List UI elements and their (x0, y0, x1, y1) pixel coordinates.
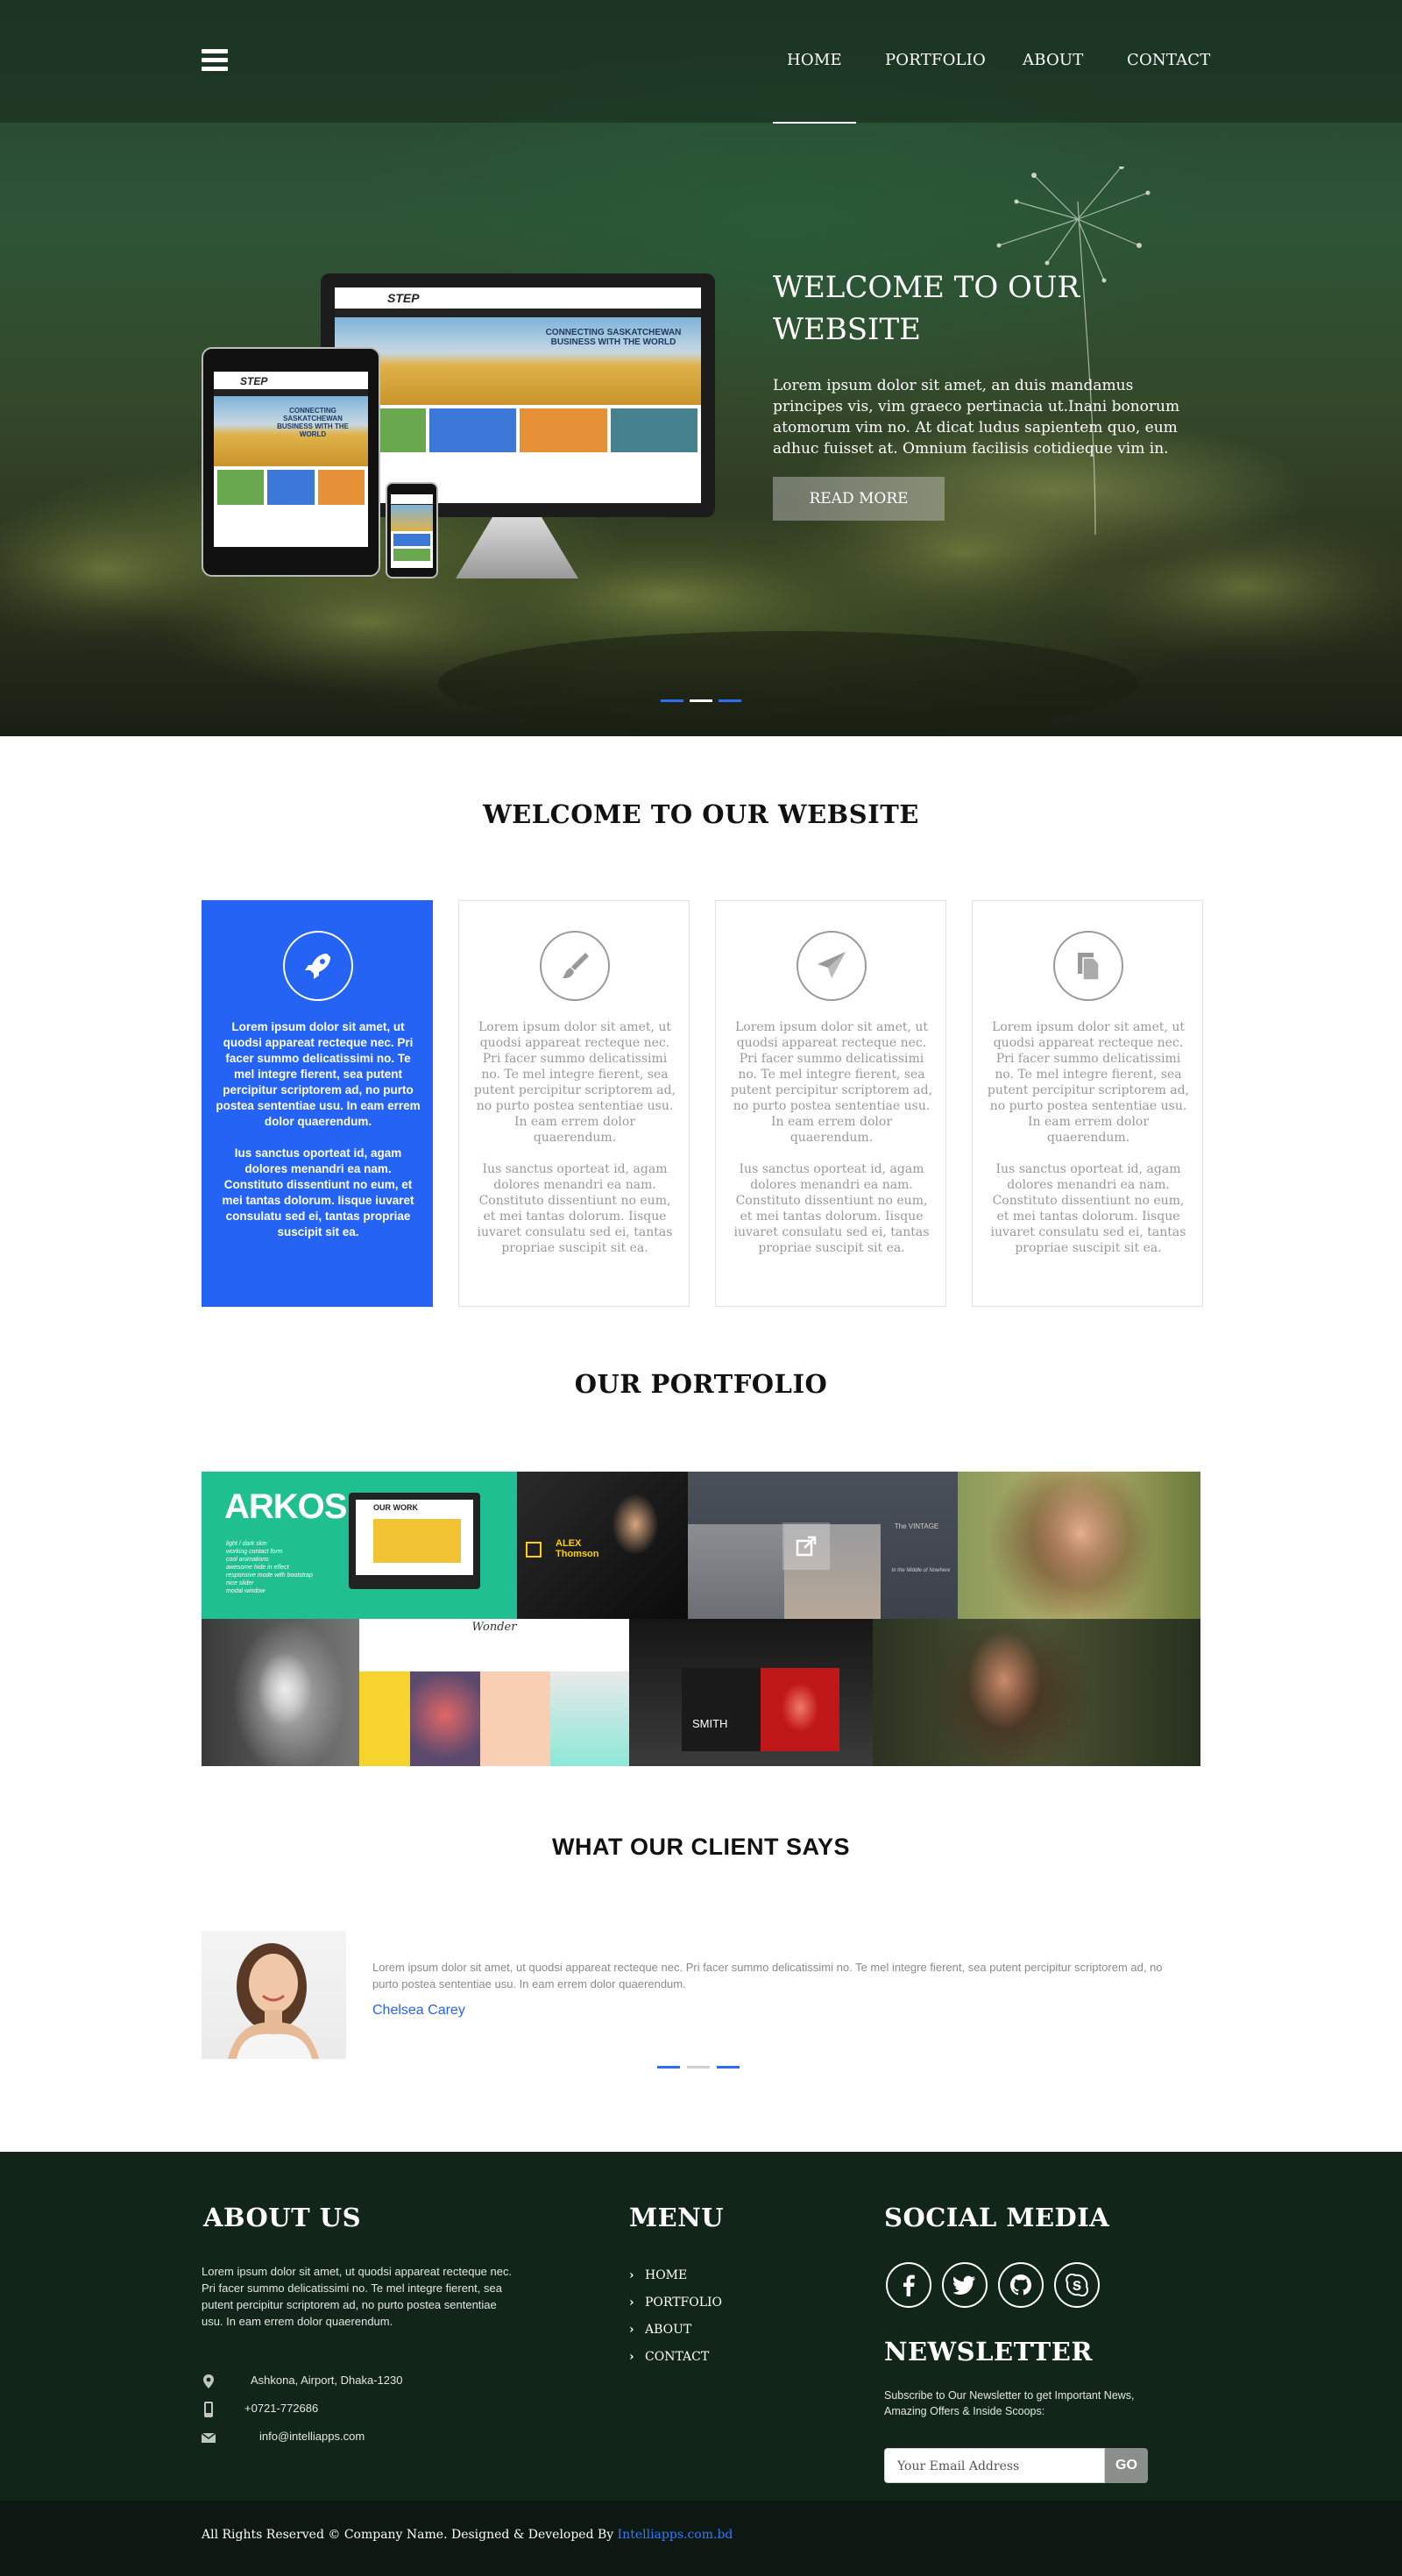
hero-text: Lorem ipsum dolor sit amet, an duis mand… (773, 377, 1180, 458)
chevron-right-icon: › (629, 2296, 634, 2310)
client-name: Chelsea Carey (372, 2003, 465, 2018)
nav-contact[interactable]: CONTACT (1127, 51, 1210, 69)
footer-menu-about[interactable]: › ABOUT (629, 2323, 691, 2337)
feature-card-3: Lorem ipsum dolor sit amet, ut quodsi ap… (715, 900, 946, 1307)
menu-title: MENU (629, 2203, 725, 2232)
tablet-mockup-headline: CONNECTING SASKATCHEWAN BUSINESS WITH TH… (277, 407, 349, 438)
documents-icon (1053, 931, 1123, 1001)
vintage-subtitle: In the Middle of Nowhere (891, 1568, 951, 1573)
newsletter-go-button[interactable]: GO (1105, 2448, 1148, 2483)
footer-menu-contact[interactable]: › CONTACT (629, 2350, 709, 2364)
feature-2-paragraph-2: Ius sanctus oporteat id, agam dolores me… (477, 1162, 673, 1255)
feature-3-paragraph-1: Lorem ipsum dolor sit amet, ut quodsi ap… (730, 1020, 933, 1145)
portfolio-title: OUR PORTFOLIO (574, 1369, 828, 1399)
footer-menu-contact-label: CONTACT (645, 2350, 710, 2364)
copyright-text: All Rights Reserved © Company Name. Desi… (202, 2528, 618, 2542)
chevron-right-icon: › (629, 2323, 634, 2337)
copyright-link[interactable]: Intelliapps.com.bd (618, 2528, 733, 2542)
about-title: ABOUT US (203, 2203, 362, 2232)
footer-menu-about-label: ABOUT (645, 2323, 692, 2337)
mockup-logo: STEP (387, 291, 420, 305)
portfolio-item-arkos[interactable]: ARKOS light / dark skin working contact … (202, 1472, 517, 1619)
footer-menu-portfolio[interactable]: › PORTFOLIO (629, 2296, 722, 2310)
feature-3-paragraph-2: Ius sanctus oporteat id, agam dolores me… (733, 1162, 930, 1255)
facebook-icon[interactable] (886, 2262, 931, 2308)
slider-dot-3[interactable] (719, 699, 741, 702)
arkos-title: ARKOS (224, 1487, 347, 1526)
skype-icon[interactable] (1054, 2262, 1100, 2308)
hero-section: HOME PORTFOLIO ABOUT CONTACT STEP CONNEC… (0, 0, 1402, 736)
phone-text: +0721-772686 (244, 2402, 319, 2415)
arkos-tagline: light / dark skin working contact form c… (226, 1541, 313, 1594)
smith-title: SMITH (692, 1717, 728, 1730)
hamburger-icon[interactable] (202, 49, 228, 72)
vintage-title: The VINTAGE (894, 1522, 939, 1530)
top-navbar: HOME PORTFOLIO ABOUT CONTACT (0, 0, 1402, 123)
external-link-icon[interactable] (782, 1522, 830, 1570)
portfolio-item-smith[interactable]: SMITH (629, 1619, 873, 1766)
feature-4-paragraph-1: Lorem ipsum dolor sit amet, ut quodsi ap… (987, 1020, 1190, 1145)
chevron-right-icon: › (629, 2350, 634, 2364)
location-pin-icon (203, 2374, 214, 2388)
newsletter-email-input[interactable]: Your Email Address (884, 2448, 1105, 2483)
feature-1-paragraph-1: Lorem ipsum dolor sit amet, ut quodsi ap… (216, 1020, 421, 1128)
nav-home[interactable]: HOME (787, 51, 842, 69)
newsletter-text: Subscribe to Our Newsletter to get Impor… (884, 2389, 1135, 2417)
portfolio-item-portrait-2[interactable] (202, 1619, 359, 1766)
client-photo (202, 1931, 346, 2059)
github-icon[interactable] (998, 2262, 1044, 2308)
rocket-icon (283, 931, 353, 1001)
address-text: Ashkona, Airport, Dhaka-1230 (251, 2374, 403, 2387)
footer-menu-portfolio-label: PORTFOLIO (645, 2296, 723, 2310)
arkos-screen-heading: OUR WORK (373, 1503, 418, 1512)
portfolio-item-portrait-3[interactable] (873, 1619, 1200, 1766)
feature-2-paragraph-1: Lorem ipsum dolor sit amet, ut quodsi ap… (473, 1020, 676, 1145)
social-title: SOCIAL MEDIA (884, 2203, 1110, 2232)
feature-4-paragraph-2: Ius sanctus oporteat id, agam dolores me… (990, 1162, 1186, 1255)
portfolio-item-vintage[interactable]: The VINTAGE In the Middle of Nowhere (688, 1472, 958, 1619)
testimonial-dot-3[interactable] (717, 2066, 740, 2069)
footer-menu-home-label: HOME (645, 2268, 688, 2282)
read-more-button[interactable]: READ MORE (773, 477, 945, 521)
client-quote: Lorem ipsum dolor sit amet, ut quodsi ap… (372, 1961, 1163, 1991)
tablet-mockup-logo: STEP (240, 375, 268, 387)
paper-plane-icon (797, 931, 867, 1001)
twitter-icon[interactable] (942, 2262, 988, 2308)
hero-title: WELCOME TO OUR WEBSITE (773, 270, 1080, 347)
copyright: All Rights Reserved © Company Name. Desi… (202, 2528, 733, 2542)
alex-title: ALEX Thomson (556, 1538, 599, 1559)
nav-about[interactable]: ABOUT (1023, 51, 1084, 69)
feature-card-1: Lorem ipsum dolor sit amet, ut quodsi ap… (202, 900, 433, 1307)
footer-menu-home[interactable]: › HOME (629, 2268, 687, 2282)
feature-1-paragraph-2: Ius sanctus oporteat id, agam dolores me… (222, 1146, 414, 1238)
portfolio-item-wonder[interactable]: Wonder (359, 1619, 629, 1766)
paintbrush-icon (540, 931, 610, 1001)
feature-card-2: Lorem ipsum dolor sit amet, ut quodsi ap… (458, 900, 690, 1307)
testimonial-dot-2[interactable] (687, 2066, 710, 2069)
nav-portfolio[interactable]: PORTFOLIO (885, 51, 986, 69)
mobile-phone-icon (204, 2402, 213, 2417)
chevron-right-icon: › (629, 2268, 634, 2282)
about-text: Lorem ipsum dolor sit amet, ut quodsi ap… (202, 2265, 513, 2328)
phone-mockup (386, 482, 438, 578)
newsletter-title: NEWSLETTER (884, 2337, 1093, 2367)
testimonial-title: WHAT OUR CLIENT SAYS (551, 1834, 850, 1860)
slider-dot-1[interactable] (661, 699, 683, 702)
slider-dot-2[interactable] (690, 699, 712, 702)
wonder-title: Wonder (471, 1621, 517, 1634)
tablet-mockup: STEP CONNECTING SASKATCHEWAN BUSINESS WI… (202, 347, 380, 577)
welcome-title: WELCOME TO OUR WEBSITE (483, 799, 919, 829)
dandelion-decoration (996, 167, 1151, 535)
nav-active-underline (773, 122, 856, 124)
testimonial-dot-1[interactable] (657, 2066, 680, 2069)
portfolio-item-portrait-1[interactable] (958, 1472, 1200, 1619)
envelope-icon (202, 2432, 216, 2443)
portfolio-item-alex[interactable]: ALEX Thomson (517, 1472, 688, 1619)
email-text[interactable]: info@intelliapps.com (259, 2430, 365, 2443)
mockup-headline: CONNECTING SASKATCHEWAN BUSINESS WITH TH… (545, 328, 682, 347)
feature-card-4: Lorem ipsum dolor sit amet, ut quodsi ap… (972, 900, 1203, 1307)
